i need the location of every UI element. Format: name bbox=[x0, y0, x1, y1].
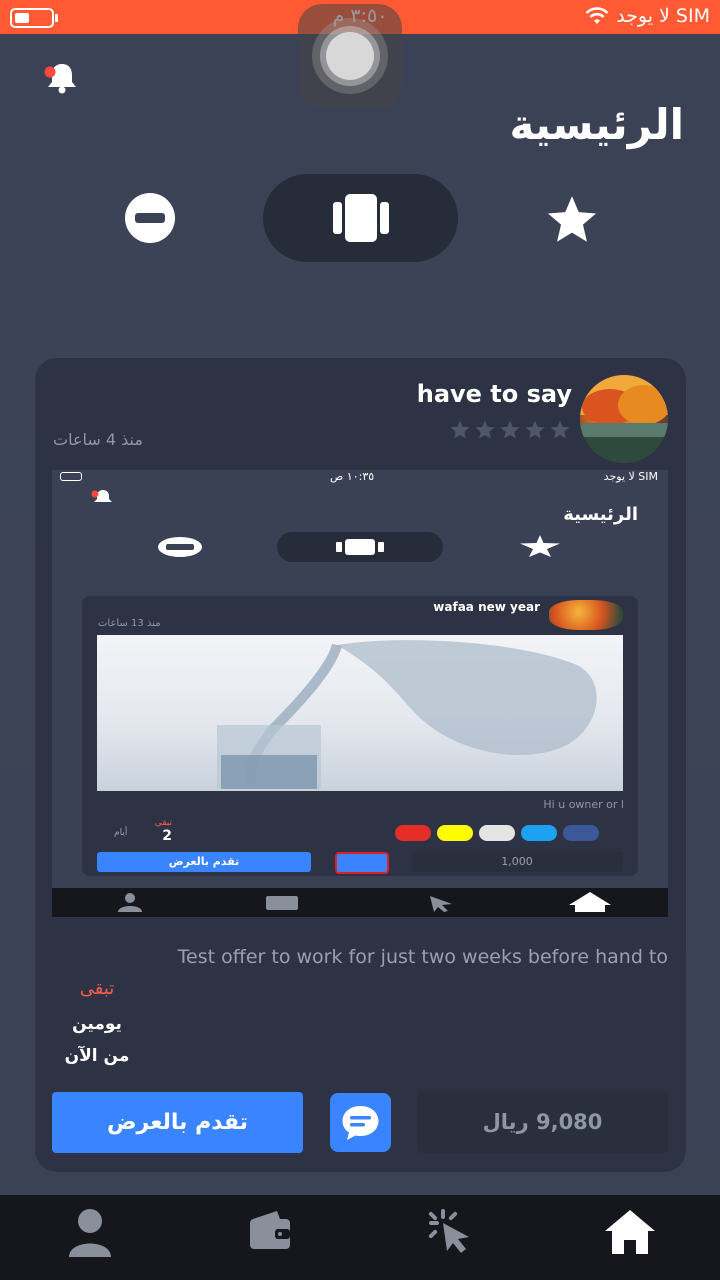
water-jug-photo bbox=[97, 635, 623, 791]
click-icon bbox=[428, 1209, 469, 1253]
embedded-post-title: wafaa new year bbox=[433, 600, 540, 614]
page-title: الرئيسية bbox=[509, 100, 684, 149]
post-time: منذ 4 ساعات bbox=[53, 430, 143, 449]
star-empty-icon bbox=[450, 420, 470, 439]
assistive-touch-button[interactable] bbox=[298, 4, 402, 108]
embedded-status-time: ١٠:٣٥ ص bbox=[330, 470, 375, 483]
embedded-social-links bbox=[395, 825, 599, 841]
youtube-icon bbox=[395, 825, 431, 841]
embedded-bell-icon bbox=[91, 490, 112, 502]
post-title: have to say bbox=[416, 380, 572, 408]
status-carrier: لا يوجد SIM bbox=[584, 5, 710, 27]
profile-icon bbox=[69, 1209, 111, 1257]
minus-circle-icon[interactable] bbox=[124, 192, 176, 244]
embedded-post-time: منذ 13 ساعات bbox=[98, 618, 161, 629]
nav-offers[interactable] bbox=[420, 1207, 480, 1267]
cards-view-button[interactable] bbox=[263, 174, 458, 262]
embedded-bottom-nav bbox=[52, 888, 668, 917]
embedded-status-carrier: لا يوجد SIM bbox=[603, 470, 658, 483]
remaining-value: يومين bbox=[72, 1014, 122, 1034]
embedded-page-title: الرئيسية bbox=[563, 504, 638, 525]
wallet-icon bbox=[250, 1211, 290, 1249]
embedded-apply-button: تقدم بالعرض bbox=[97, 852, 311, 872]
apply-offer-button[interactable]: تقدم بالعرض bbox=[52, 1092, 303, 1153]
carrier-label: لا يوجد SIM bbox=[616, 5, 710, 27]
post-image[interactable]: ١٠:٣٥ ص لا يوجد SIM الرئيسية wafaa new y… bbox=[52, 470, 668, 917]
remaining-since: من الآن bbox=[64, 1046, 130, 1066]
chat-button[interactable] bbox=[330, 1093, 391, 1152]
battery-icon bbox=[10, 8, 54, 28]
star-empty-icon bbox=[525, 420, 545, 439]
nav-profile[interactable] bbox=[60, 1207, 120, 1267]
embedded-chat-icon bbox=[335, 852, 389, 874]
embedded-avatar bbox=[549, 600, 623, 630]
price-field: 9,080 ريال bbox=[417, 1092, 668, 1153]
embedded-cards-view bbox=[277, 532, 443, 562]
embedded-post-text: Hi u owner or l bbox=[543, 798, 624, 811]
instagram-icon bbox=[479, 825, 515, 841]
star-icon[interactable] bbox=[544, 192, 600, 248]
notification-bell-icon[interactable] bbox=[42, 58, 82, 98]
embedded-price: 1,000 bbox=[411, 852, 623, 872]
facebook-icon bbox=[563, 825, 599, 841]
post-description: Test offer to work for just two weeks be… bbox=[177, 946, 668, 968]
wifi-icon bbox=[585, 7, 609, 24]
nav-wallet[interactable] bbox=[240, 1207, 300, 1267]
remaining-label: تبقى bbox=[79, 978, 115, 999]
nav-home[interactable] bbox=[600, 1207, 660, 1267]
chat-bubble-icon bbox=[342, 1106, 379, 1140]
bottom-nav bbox=[0, 1195, 720, 1280]
star-empty-icon bbox=[500, 420, 520, 439]
twitter-icon bbox=[521, 825, 557, 841]
embedded-status-bar: ١٠:٣٥ ص لا يوجد SIM bbox=[52, 470, 668, 484]
home-icon bbox=[605, 1210, 655, 1254]
embedded-remaining-unit: أيام bbox=[114, 828, 128, 838]
avatar[interactable] bbox=[580, 375, 668, 463]
star-empty-icon bbox=[550, 420, 570, 439]
cards-view-icon bbox=[333, 194, 389, 242]
rating-stars bbox=[449, 419, 571, 441]
embedded-minus-icon bbox=[158, 537, 202, 557]
star-empty-icon bbox=[475, 420, 495, 439]
snapchat-icon bbox=[437, 825, 473, 841]
embedded-star-icon bbox=[520, 535, 560, 557]
